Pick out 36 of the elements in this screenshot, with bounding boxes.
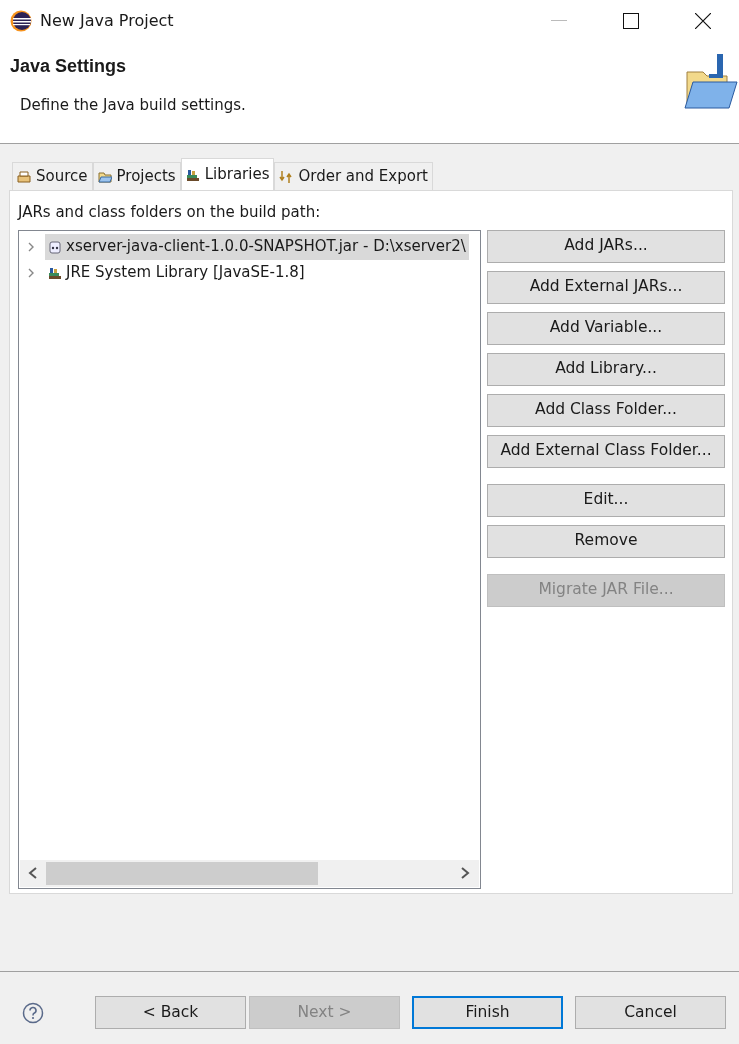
action-button[interactable]: Add JARs... xyxy=(487,229,725,263)
horizontal-scrollbar[interactable] xyxy=(20,859,479,887)
window-title: New Java Project xyxy=(40,10,174,32)
build-path-label: JARs and class folders on the build path: xyxy=(18,202,322,223)
footer-button[interactable]: < Back xyxy=(95,996,246,1029)
jar-icon xyxy=(48,239,62,254)
expand-chevron-icon[interactable] xyxy=(26,267,36,278)
tree-item[interactable]: xserver-java-client-1.0.0-SNAPSHOT.jar - D:\xserver2\ xyxy=(45,233,469,260)
package-icon xyxy=(17,169,31,184)
expand-chevron-icon[interactable] xyxy=(26,241,36,252)
page-description: Define the Java build settings. xyxy=(20,94,247,116)
arrows-icon xyxy=(279,169,294,184)
page-title: Java Settings xyxy=(10,56,128,78)
action-button[interactable]: Add Library... xyxy=(487,352,725,386)
action-button[interactable]: Edit... xyxy=(487,483,725,517)
action-button[interactable]: Add Class Folder... xyxy=(487,393,725,427)
scroll-right-icon[interactable] xyxy=(460,867,470,879)
folder-icon xyxy=(97,169,112,184)
action-button[interactable]: Add Variable... xyxy=(487,311,725,345)
footer-button[interactable]: Cancel xyxy=(575,996,726,1029)
tree-item[interactable]: JRE System Library [JavaSE-1.8] xyxy=(45,259,308,286)
scroll-left-icon[interactable] xyxy=(28,867,38,879)
tab[interactable]: Libraries xyxy=(180,158,275,190)
action-button[interactable]: Add External JARs... xyxy=(487,270,725,304)
tab[interactable]: Projects xyxy=(92,162,181,190)
footer-button[interactable]: Finish xyxy=(412,996,563,1029)
books-icon xyxy=(48,265,62,280)
tab[interactable]: Source xyxy=(12,162,93,190)
action-button[interactable]: Remove xyxy=(487,524,725,558)
close-icon[interactable] xyxy=(695,13,711,29)
app-icon xyxy=(10,10,32,32)
books-icon xyxy=(185,167,200,182)
action-button[interactable]: Add External Class Folder... xyxy=(487,434,725,468)
help-icon[interactable] xyxy=(22,1001,44,1024)
maximize-icon[interactable] xyxy=(623,13,639,29)
tab[interactable]: Order and Export xyxy=(274,162,433,190)
